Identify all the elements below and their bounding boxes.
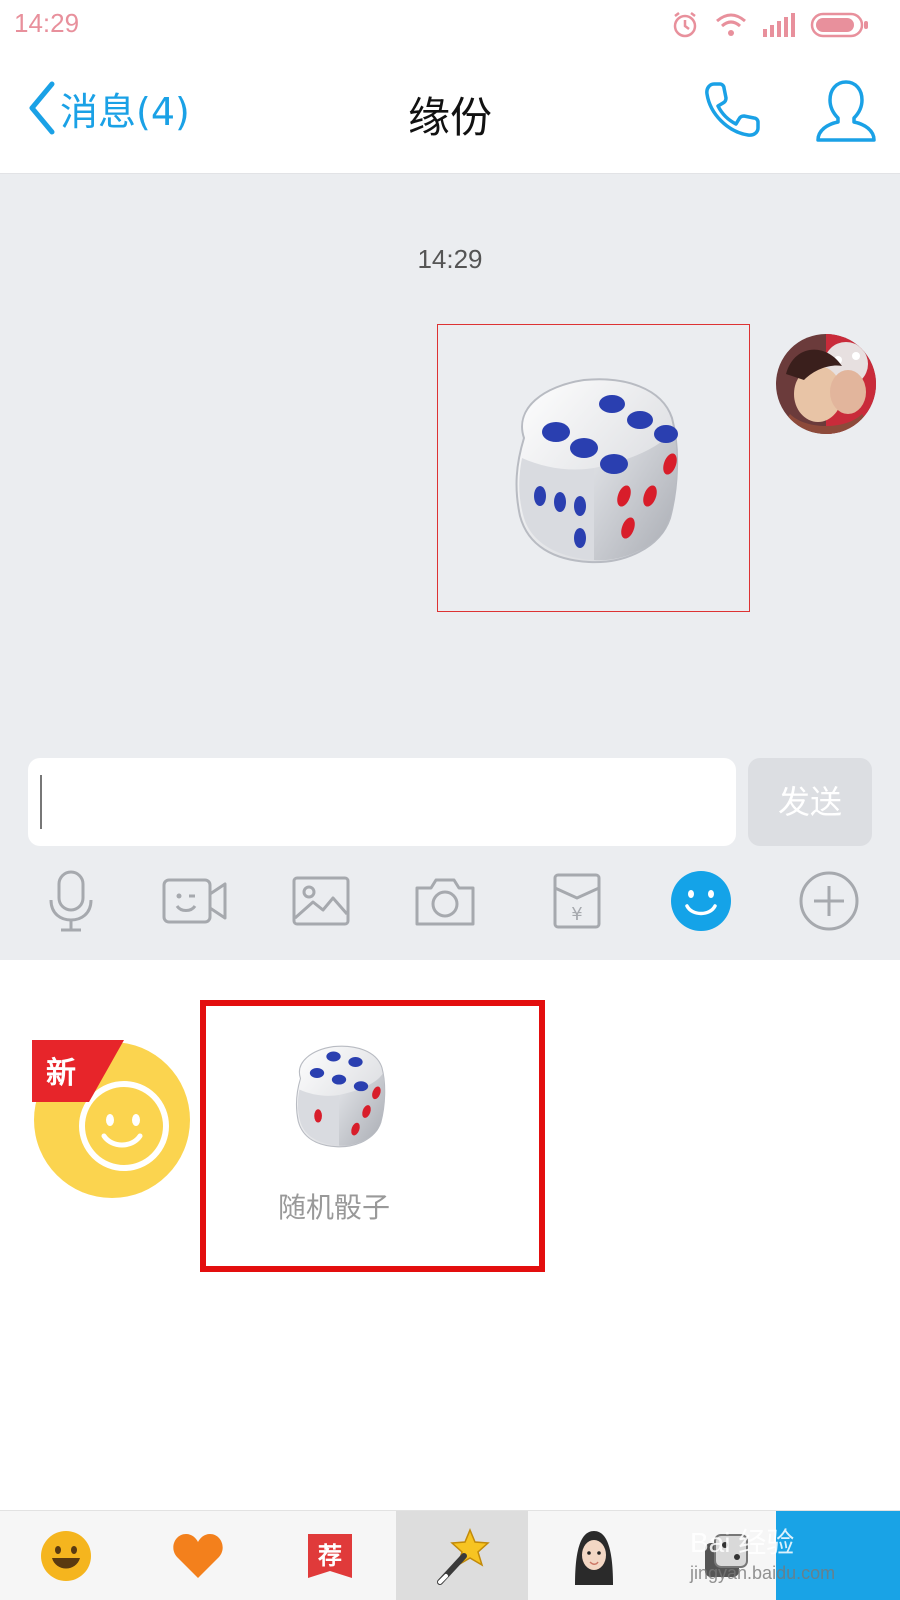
panel-send-button[interactable] — [776, 1511, 900, 1600]
status-bar: 14:29 — [0, 0, 900, 52]
more-button[interactable] — [792, 866, 866, 936]
profile-button[interactable] — [814, 78, 878, 148]
red-envelope-icon: ¥ — [553, 873, 601, 929]
magic-wand-icon — [437, 1528, 490, 1585]
input-area: 发送 ¥ — [0, 740, 900, 960]
input-toolbar: ¥ — [0, 858, 900, 940]
watermark-logo: Bai 经验 — [690, 1527, 795, 1558]
video-call-button[interactable] — [158, 866, 232, 936]
status-time: 14:29 — [14, 8, 80, 38]
alarm-icon — [673, 12, 697, 38]
emoji-category-tabbar: 荐 Bai 经验 jingyan.baidu.com — [0, 1510, 900, 1600]
emoji-button[interactable] — [664, 866, 738, 936]
tab-portrait[interactable] — [528, 1511, 660, 1600]
text-cursor — [40, 775, 42, 829]
avatar-image — [776, 334, 876, 434]
camera-icon — [415, 878, 475, 926]
heart-icon — [173, 1534, 223, 1578]
tab-magic[interactable] — [396, 1511, 528, 1600]
send-button[interactable]: 发送 — [748, 758, 872, 846]
message-timestamp: 14:29 — [417, 244, 483, 274]
dice-image — [515, 378, 678, 564]
red-packet-button[interactable]: ¥ — [540, 866, 614, 936]
battery-icon — [810, 12, 868, 38]
smiley-face-icon — [41, 1531, 91, 1581]
person-icon — [816, 80, 876, 142]
smiley-icon — [671, 871, 731, 931]
random-dice-item[interactable]: 随机骰子 — [248, 1040, 428, 1240]
tab-favorites[interactable] — [132, 1511, 264, 1600]
portrait-icon — [575, 1531, 613, 1585]
image-button[interactable] — [284, 866, 358, 936]
status-icons — [670, 10, 870, 40]
microphone-icon — [49, 870, 93, 932]
plus-circle-icon — [799, 871, 859, 931]
avatar[interactable] — [776, 334, 876, 434]
svg-text:¥: ¥ — [571, 904, 582, 925]
magic-emoji-panel: 新 随机骰子 — [0, 960, 900, 1510]
call-button[interactable] — [700, 78, 764, 146]
tab-classic-emoji[interactable] — [0, 1511, 132, 1600]
new-badge-label: 新 — [46, 1056, 76, 1091]
watermark-url: jingyan.baidu.com — [690, 1563, 836, 1583]
image-icon — [292, 876, 350, 926]
chat-header: 消息(4) 缘份 — [0, 52, 900, 174]
video-camera-icon — [162, 878, 227, 924]
chat-area[interactable]: 14:29 — [0, 174, 900, 740]
signal-icon — [763, 13, 795, 37]
camera-button[interactable] — [408, 866, 482, 936]
tab-recommended[interactable]: 荐 — [264, 1511, 396, 1600]
page-title: 缘份 — [407, 93, 492, 142]
phone-icon — [705, 82, 760, 137]
message-input[interactable] — [28, 758, 736, 846]
new-emoji-item[interactable]: 新 — [32, 1040, 192, 1200]
voice-button[interactable] — [34, 866, 108, 936]
wifi-icon — [716, 13, 746, 36]
dice-message[interactable] — [437, 324, 750, 612]
dice-icon — [295, 1045, 386, 1148]
svg-text:荐: 荐 — [318, 1542, 342, 1570]
dice-label: 随机骰子 — [278, 1191, 391, 1224]
recommend-icon: 荐 — [308, 1534, 352, 1578]
